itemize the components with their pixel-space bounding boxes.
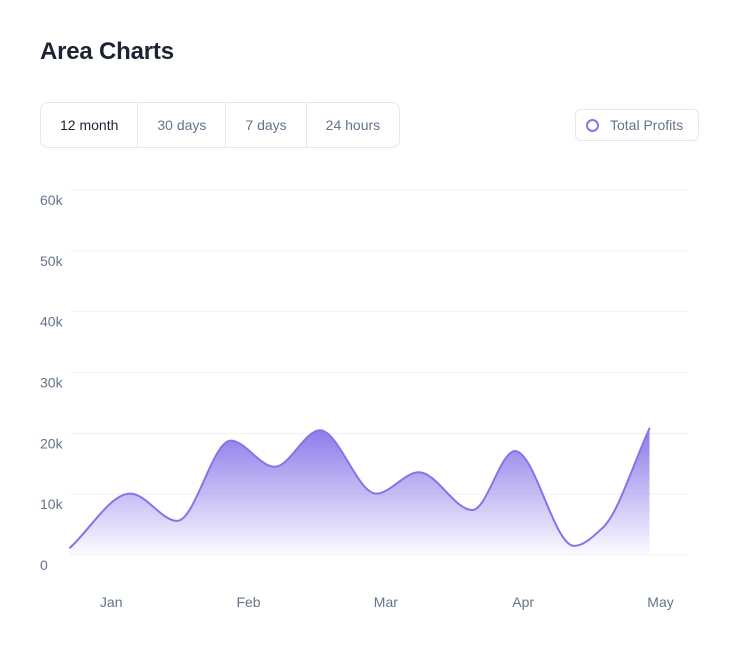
y-tick-label: 0 bbox=[40, 557, 48, 573]
y-tick-label: 30k bbox=[40, 375, 64, 391]
y-tick-label: 60k bbox=[40, 192, 64, 208]
x-tick-label: Feb bbox=[236, 594, 260, 610]
x-tick-label: Jan bbox=[100, 594, 123, 610]
x-tick-label: Apr bbox=[512, 594, 534, 610]
area-chart-card: Area Charts 12 month 30 days 7 days 24 h… bbox=[0, 0, 740, 657]
area-chart: 60k 50k 40k 30k 20k 10k 0 Jan Feb Mar Apr May bbox=[40, 189, 688, 610]
y-tick-label: 40k bbox=[40, 314, 64, 330]
y-tick-label: 50k bbox=[40, 253, 64, 269]
x-tick-label: Mar bbox=[374, 594, 398, 610]
y-tick-label: 20k bbox=[40, 435, 64, 451]
x-tick-label: May bbox=[647, 594, 673, 610]
y-tick-label: 10k bbox=[40, 496, 64, 512]
